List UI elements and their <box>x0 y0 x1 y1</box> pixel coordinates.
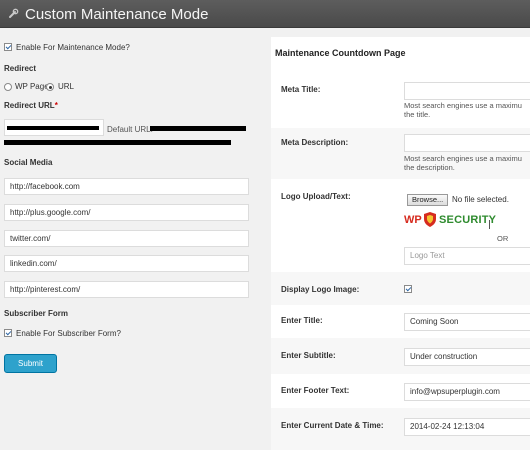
twitter-url-input[interactable]: twitter.com/ <box>4 230 249 247</box>
or-text: OR <box>497 234 509 243</box>
redirect-url-input[interactable] <box>4 119 104 136</box>
facebook-url-input[interactable]: http://facebook.com <box>4 178 249 195</box>
enter-subtitle-label: Enter Subtitle: <box>281 351 336 360</box>
pinterest-url-input[interactable]: http://pinterest.com/ <box>4 281 249 298</box>
enable-subscriber-label: Enable For Subscriber Form? <box>16 329 121 338</box>
title-input[interactable]: Coming Soon <box>404 313 530 331</box>
enable-maintenance-checkbox[interactable] <box>4 43 12 51</box>
footer-text-row: Enter Footer Text: info@wpsuperplugin.co… <box>271 374 530 408</box>
enter-title-label: Enter Title: <box>281 316 323 325</box>
google-plus-url-input[interactable]: http://plus.google.com/ <box>4 204 249 221</box>
redacted-url-line <box>4 140 231 145</box>
date-time-label: Enter Current Date & Time: <box>281 421 384 430</box>
subscriber-form-heading: Subscriber Form <box>4 309 69 318</box>
meta-title-label: Meta Title: <box>281 85 321 94</box>
redirect-heading: Redirect <box>4 64 37 73</box>
browse-button[interactable]: Browse... <box>407 194 449 206</box>
display-logo-checkbox[interactable] <box>404 285 412 293</box>
submit-button[interactable]: Submit <box>4 354 57 373</box>
footer-text-label: Enter Footer Text: <box>281 386 350 395</box>
redacted-default-url <box>150 126 246 131</box>
footer-text-input[interactable]: info@wpsuperplugin.com <box>404 383 530 401</box>
countdown-heading: Maintenance Countdown Page <box>275 48 406 58</box>
text-cursor <box>489 220 490 229</box>
meta-title-help-1: Most search engines use a maximu <box>404 101 522 110</box>
logo-wp-text: WP <box>404 214 422 226</box>
redirect-url-label: URL <box>58 82 75 91</box>
default-url-label: Default URL: <box>107 125 153 134</box>
enable-maintenance-label: Enable For Maintenance Mode? <box>16 43 130 52</box>
meta-title-row: Meta Title: Most search engines use a ma… <box>271 77 530 128</box>
redirect-url-heading: Redirect URL* <box>4 101 58 110</box>
subtitle-input[interactable]: Under construction <box>404 348 530 366</box>
linkedin-url-input[interactable]: linkedin.com/ <box>4 255 249 272</box>
countdown-page-panel: Maintenance Countdown Page Meta Title: M… <box>271 37 530 450</box>
meta-description-label: Meta Description: <box>281 138 349 147</box>
enter-subtitle-row: Enter Subtitle: Under construction <box>271 338 530 374</box>
logo-text-input[interactable]: Logo Text <box>404 247 530 265</box>
social-media-heading: Social Media <box>4 158 53 167</box>
meta-title-help-2: the title. <box>404 110 431 119</box>
title-bar: Custom Maintenance Mode <box>0 0 530 28</box>
meta-description-help-2: the description. <box>404 163 455 172</box>
enable-subscriber-checkbox[interactable] <box>4 329 12 337</box>
logo-security-text: SECURITY <box>439 214 497 226</box>
no-file-text: No file selected. <box>452 195 509 204</box>
gear-icon <box>9 8 19 18</box>
meta-description-input[interactable] <box>404 134 530 152</box>
logo-upload-label: Logo Upload/Text: <box>281 192 351 201</box>
settings-panel: Enable For Maintenance Mode? Redirect WP… <box>0 29 266 450</box>
meta-description-row: Meta Description: Most search engines us… <box>271 128 530 179</box>
shield-icon <box>424 212 436 227</box>
redacted-text <box>7 126 99 130</box>
meta-title-input[interactable] <box>404 82 530 100</box>
redirect-wp-page-radio[interactable] <box>4 83 12 91</box>
display-logo-row: Display Logo Image: <box>271 272 530 305</box>
date-time-input[interactable]: 2014-02-24 12:13:04 <box>404 418 530 436</box>
page-title: Custom Maintenance Mode <box>25 6 209 23</box>
redirect-wp-page-label: WP Page <box>15 82 49 91</box>
redirect-url-radio[interactable] <box>46 83 54 91</box>
meta-description-help-1: Most search engines use a maximu <box>404 154 522 163</box>
display-logo-label: Display Logo Image: <box>281 285 360 294</box>
date-time-row: Enter Current Date & Time: 2014-02-24 12… <box>271 408 530 450</box>
enter-title-row: Enter Title: Coming Soon <box>271 305 530 338</box>
